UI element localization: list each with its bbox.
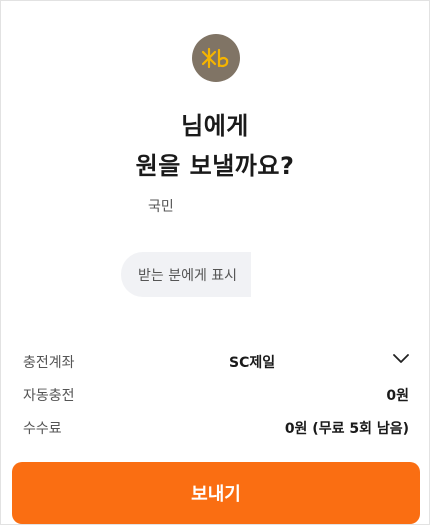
memo-placeholder: 받는 분에게 표시 — [138, 267, 238, 284]
charge-account-value[interactable]: SC제일 — [229, 352, 275, 372]
kb-logo-icon — [192, 34, 240, 82]
charge-account-row[interactable]: 충전계좌 SC제일 — [1, 350, 429, 374]
fee-value: 0원 (무료 5회 남음) — [284, 421, 409, 437]
auto-charge-value: 0원 — [386, 388, 409, 404]
fee-row: 수수료 0원 (무료 5회 남음) — [1, 416, 429, 440]
charge-account-label: 충전계좌 — [23, 355, 75, 371]
chevron-down-icon[interactable] — [393, 354, 409, 364]
recipient-bank: 국민 — [148, 199, 174, 215]
auto-charge-label: 자동충전 — [23, 388, 75, 404]
fee-label: 수수료 — [23, 421, 62, 437]
recipient-headline: 님에게 — [181, 112, 249, 140]
send-button[interactable]: 보내기 — [12, 462, 420, 524]
auto-charge-row: 자동충전 0원 — [1, 383, 429, 407]
transfer-confirm-screen: 님에게 원을 보낼까요? 국민 받는 분에게 표시 충전계좌 SC제일 자동충전… — [0, 0, 430, 525]
amount-question: 원을 보낼까요? — [135, 152, 295, 180]
memo-input[interactable]: 받는 분에게 표시 — [121, 252, 251, 297]
